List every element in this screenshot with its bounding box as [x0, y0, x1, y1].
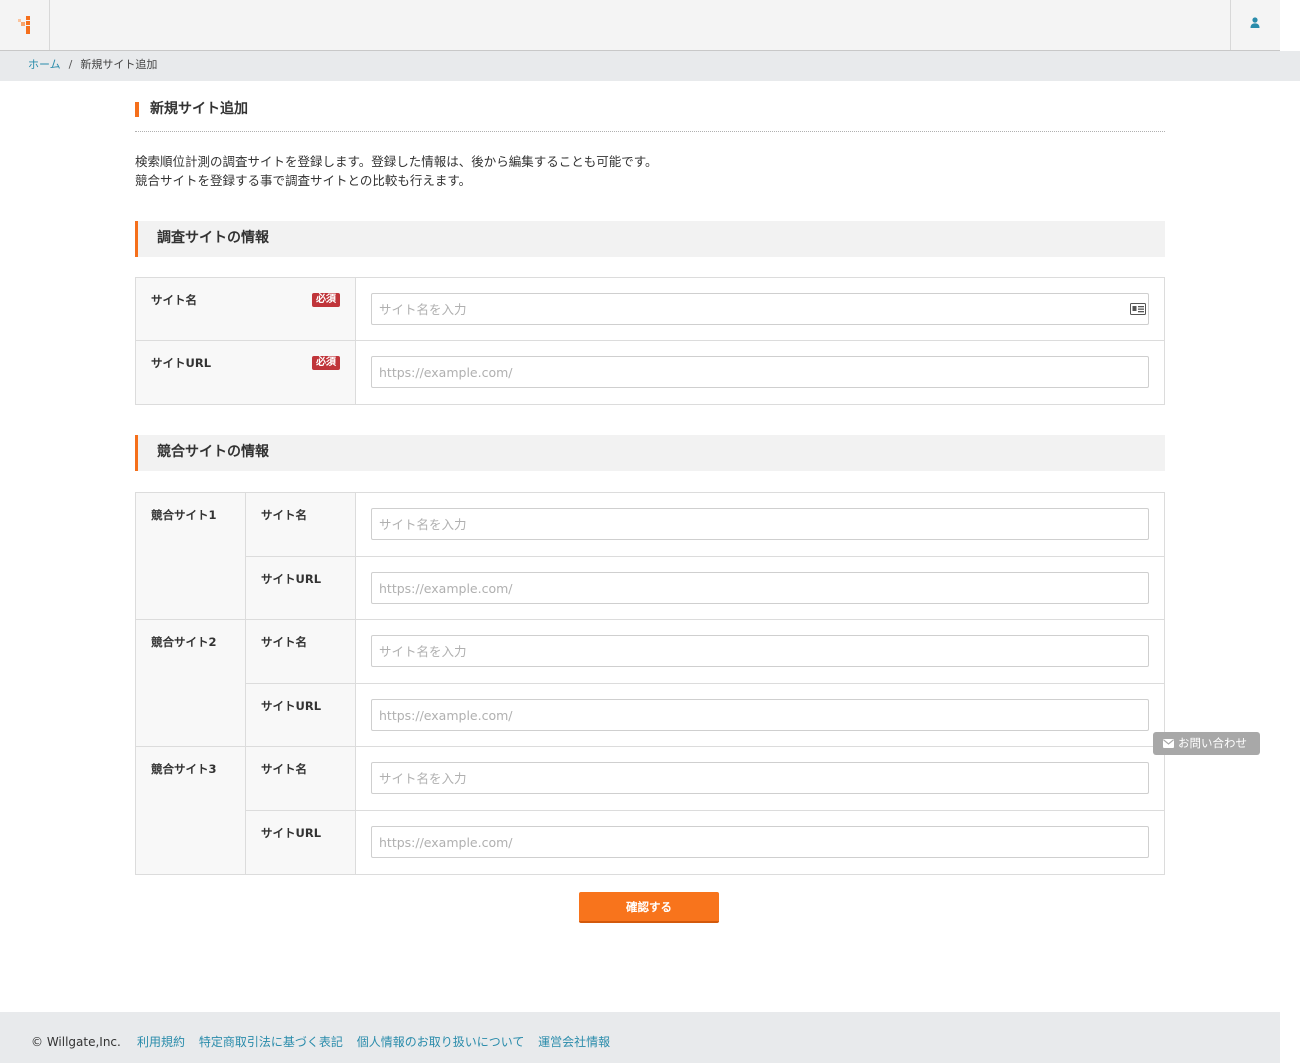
breadcrumb-separator: / — [68, 58, 73, 71]
competitor-1-label-cell: 競合サイト1 — [135, 492, 246, 620]
competitor-3-label-cell: 競合サイト3 — [135, 746, 246, 875]
competitor-2-name-input[interactable] — [371, 635, 1149, 667]
competitor-1-url-row: サイトURL — [136, 556, 1165, 620]
competitor-3-url-label-cell: サイトURL — [245, 810, 356, 875]
intro-text: 検索順位計測の調査サイトを登録します。登録した情報は、後から編集することも可能で… — [135, 152, 1165, 190]
footer-link-company[interactable]: 運営会社情報 — [538, 1035, 610, 1049]
footer-link-terms[interactable]: 利用規約 — [137, 1035, 185, 1049]
competitor-3-url-input-cell — [355, 810, 1165, 875]
competitor-2-name-label: サイト名 — [261, 635, 307, 649]
competitor-1-url-label: サイトURL — [261, 572, 322, 586]
own-site-name-label-cell: サイト名 必須 — [135, 277, 356, 341]
competitor-2-url-label: サイトURL — [261, 699, 322, 713]
competitor-1-name-input[interactable] — [371, 508, 1149, 540]
competitor-1-url-input[interactable] — [371, 572, 1149, 604]
own-site-url-input[interactable] — [371, 356, 1149, 388]
own-site-url-input-cell — [355, 340, 1165, 405]
own-site-section-header: 調査サイトの情報 — [135, 221, 1165, 257]
intro-line-1: 検索順位計測の調査サイトを登録します。登録した情報は、後から編集することも可能で… — [135, 154, 658, 169]
competitor-1-name-label: サイト名 — [261, 508, 307, 522]
contact-button[interactable]: お問い合わせ — [1153, 732, 1260, 755]
competitor-form-table: 競合サイト1 サイト名 サイトURL 競合サイト2 サイト名 サイトURL 競合… — [135, 492, 1165, 875]
competitor-2-url-input-cell — [355, 683, 1165, 747]
competitor-2-url-label-cell: サイトURL — [245, 683, 356, 747]
competitor-section-header: 競合サイトの情報 — [135, 435, 1165, 471]
own-site-name-field-wrap — [371, 293, 1149, 325]
competitor-1-url-label-cell: サイトURL — [245, 556, 356, 620]
own-site-url-row: サイトURL 必須 — [135, 340, 1165, 405]
user-icon — [1250, 17, 1260, 28]
competitor-3-url-input[interactable] — [371, 826, 1149, 858]
contact-label: お問い合わせ — [1178, 736, 1247, 750]
own-site-heading: 調査サイトの情報 — [157, 230, 269, 246]
competitor-2-name-input-cell — [355, 619, 1165, 684]
breadcrumb-home-link[interactable]: ホーム — [28, 58, 61, 71]
required-badge: 必須 — [312, 356, 340, 370]
footer: © Willgate,Inc. 利用規約 特定商取引法に基づく表記 個人情報のお… — [0, 1012, 1280, 1063]
footer-copyright: © Willgate,Inc. — [31, 1035, 121, 1049]
page-title: 新規サイト追加 — [150, 101, 248, 117]
competitor-2-label: 競合サイト2 — [151, 635, 217, 649]
required-badge: 必須 — [312, 293, 340, 307]
own-site-name-label: サイト名 — [151, 293, 197, 307]
own-site-url-label: サイトURL — [151, 356, 212, 370]
competitor-3-name-row: 競合サイト3 サイト名 — [135, 746, 1165, 875]
logo-icon — [18, 16, 30, 34]
competitor-3-name-input[interactable] — [371, 762, 1149, 794]
top-bar — [0, 0, 1280, 51]
competitor-1-name-input-cell — [355, 492, 1165, 557]
own-site-url-label-cell: サイトURL 必須 — [135, 340, 356, 405]
footer-links: 利用規約 特定商取引法に基づく表記 個人情報のお取り扱いについて 運営会社情報 — [137, 1033, 620, 1051]
competitor-1-name-label-cell: サイト名 — [245, 492, 356, 557]
main-content: 新規サイト追加 検索順位計測の調査サイトを登録します。登録した情報は、後から編集… — [135, 82, 1165, 923]
breadcrumb: ホーム / 新規サイト追加 — [0, 51, 1300, 81]
user-menu-button[interactable] — [1230, 0, 1280, 50]
competitor-2-url-input[interactable] — [371, 699, 1149, 731]
competitor-1-name-row: 競合サイト1 サイト名 — [135, 492, 1165, 620]
competitor-3-label: 競合サイト3 — [151, 762, 217, 776]
title-accent-bar — [135, 102, 139, 117]
own-site-name-input-cell — [355, 277, 1165, 341]
footer-link-commerce-law[interactable]: 特定商取引法に基づく表記 — [199, 1035, 343, 1049]
logo-link[interactable] — [0, 0, 50, 50]
page-title-block: 新規サイト追加 — [135, 100, 1165, 132]
mail-icon — [1163, 739, 1174, 748]
competitor-1-url-input-cell — [355, 556, 1165, 620]
competitor-2-label-cell: 競合サイト2 — [135, 619, 246, 747]
footer-link-privacy[interactable]: 個人情報のお取り扱いについて — [357, 1035, 525, 1049]
breadcrumb-current: 新規サイト追加 — [80, 58, 158, 71]
competitor-3-url-row: サイトURL — [136, 810, 1165, 875]
competitor-3-url-label: サイトURL — [261, 826, 322, 840]
confirm-button[interactable]: 確認する — [579, 892, 719, 923]
contact-card-icon[interactable] — [1130, 303, 1146, 315]
competitor-3-name-input-cell — [355, 746, 1165, 811]
competitor-heading: 競合サイトの情報 — [157, 444, 269, 460]
own-site-name-row: サイト名 必須 — [135, 277, 1165, 341]
competitor-2-url-row: サイトURL — [136, 683, 1165, 747]
competitor-3-name-label-cell: サイト名 — [245, 746, 356, 811]
own-site-form-table: サイト名 必須 サイトURL 必須 — [135, 277, 1165, 405]
competitor-1-label: 競合サイト1 — [151, 508, 217, 522]
own-site-name-input[interactable] — [371, 293, 1149, 325]
competitor-2-name-row: 競合サイト2 サイト名 — [135, 619, 1165, 747]
intro-line-2: 競合サイトを登録する事で調査サイトとの比較も行えます。 — [135, 173, 472, 188]
competitor-3-name-label: サイト名 — [261, 762, 307, 776]
competitor-2-name-label-cell: サイト名 — [245, 619, 356, 684]
